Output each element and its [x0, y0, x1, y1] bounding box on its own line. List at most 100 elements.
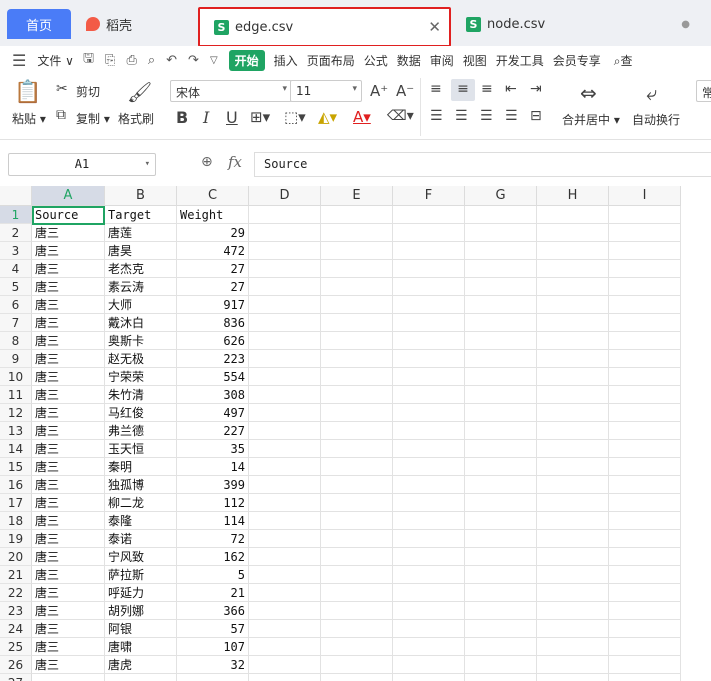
empty-cell[interactable]: [393, 422, 465, 440]
empty-cell[interactable]: [393, 296, 465, 314]
spreadsheet-grid[interactable]: A B C D E F G H I 1 Source Target Weight 2 唐三 唐莲 29 3 唐三 唐昊…: [0, 186, 711, 681]
empty-cell[interactable]: [393, 368, 465, 386]
table-cell[interactable]: 老杰克: [105, 260, 177, 278]
cell-style-icon[interactable]: ⬚▾: [284, 108, 306, 126]
menu-formula[interactable]: 公式: [364, 52, 388, 69]
menu-file[interactable]: 文件 ∨: [37, 52, 74, 69]
empty-cell[interactable]: [609, 296, 681, 314]
empty-cell[interactable]: [249, 494, 321, 512]
table-cell[interactable]: 大师: [105, 296, 177, 314]
empty-cell[interactable]: [465, 620, 537, 638]
empty-cell[interactable]: [249, 656, 321, 674]
table-cell[interactable]: 27: [177, 278, 249, 296]
table-cell[interactable]: 114: [177, 512, 249, 530]
empty-cell[interactable]: [465, 422, 537, 440]
empty-cell[interactable]: [537, 512, 609, 530]
row-header[interactable]: 24: [0, 620, 32, 638]
empty-cell[interactable]: [609, 278, 681, 296]
table-cell[interactable]: 泰隆: [105, 512, 177, 530]
row-header[interactable]: 14: [0, 440, 32, 458]
tab-edge-csv[interactable]: S edge.csv ✕: [198, 7, 451, 47]
empty-cell[interactable]: [321, 314, 393, 332]
empty-cell[interactable]: [465, 566, 537, 584]
table-cell[interactable]: 107: [177, 638, 249, 656]
empty-cell[interactable]: [465, 494, 537, 512]
align-left-icon[interactable]: ☰: [430, 108, 443, 124]
table-cell[interactable]: 唐三: [32, 530, 105, 548]
table-cell[interactable]: 唐三: [32, 584, 105, 602]
row-header[interactable]: 27: [0, 674, 32, 681]
menu-view[interactable]: 视图: [463, 52, 487, 69]
empty-cell[interactable]: [249, 566, 321, 584]
menu-insert[interactable]: 插入: [274, 52, 298, 69]
table-cell[interactable]: 唐三: [32, 278, 105, 296]
table-cell[interactable]: 14: [177, 458, 249, 476]
tab-home[interactable]: 首页: [7, 9, 71, 39]
empty-cell[interactable]: [537, 368, 609, 386]
table-cell[interactable]: 366: [177, 602, 249, 620]
menu-dev-tools[interactable]: 开发工具: [496, 52, 544, 69]
empty-cell[interactable]: [321, 422, 393, 440]
row-header[interactable]: 4: [0, 260, 32, 278]
empty-cell[interactable]: [321, 242, 393, 260]
empty-cell[interactable]: [393, 404, 465, 422]
formula-input[interactable]: Source: [254, 152, 711, 177]
empty-cell[interactable]: [465, 386, 537, 404]
empty-cell[interactable]: [321, 584, 393, 602]
column-header-c[interactable]: C: [177, 186, 249, 206]
empty-cell[interactable]: [393, 260, 465, 278]
empty-cell[interactable]: [249, 278, 321, 296]
empty-cell[interactable]: [105, 674, 177, 681]
empty-cell[interactable]: [393, 494, 465, 512]
empty-cell[interactable]: [537, 332, 609, 350]
empty-cell[interactable]: [321, 332, 393, 350]
empty-cell[interactable]: [609, 494, 681, 512]
wrap-text-button[interactable]: 自动换行: [632, 111, 680, 128]
table-cell[interactable]: 素云涛: [105, 278, 177, 296]
empty-cell[interactable]: [321, 674, 393, 681]
table-cell[interactable]: 阿银: [105, 620, 177, 638]
empty-cell[interactable]: [609, 458, 681, 476]
empty-cell[interactable]: [249, 350, 321, 368]
align-right-icon[interactable]: ☰: [480, 108, 493, 124]
font-family-select[interactable]: 宋体 ▾: [170, 80, 292, 102]
empty-cell[interactable]: [249, 368, 321, 386]
table-cell[interactable]: 唐啸: [105, 638, 177, 656]
empty-cell[interactable]: [321, 566, 393, 584]
table-cell[interactable]: 唐三: [32, 602, 105, 620]
empty-cell[interactable]: [321, 404, 393, 422]
table-cell[interactable]: 唐虎: [105, 656, 177, 674]
table-cell[interactable]: 唐三: [32, 458, 105, 476]
empty-cell[interactable]: [609, 566, 681, 584]
row-header[interactable]: 1: [0, 206, 32, 224]
row-header[interactable]: 11: [0, 386, 32, 404]
table-cell[interactable]: 朱竹清: [105, 386, 177, 404]
empty-cell[interactable]: [537, 278, 609, 296]
name-box[interactable]: A1 ▾: [8, 153, 156, 176]
empty-cell[interactable]: [465, 674, 537, 681]
empty-cell[interactable]: [249, 404, 321, 422]
empty-cell[interactable]: [249, 332, 321, 350]
empty-cell[interactable]: [537, 548, 609, 566]
row-header[interactable]: 25: [0, 638, 32, 656]
align-center-icon[interactable]: ☰: [455, 108, 468, 124]
number-format-select[interactable]: 常: [696, 80, 711, 102]
table-cell[interactable]: 唐三: [32, 296, 105, 314]
empty-cell[interactable]: [249, 314, 321, 332]
row-header[interactable]: 10: [0, 368, 32, 386]
table-cell[interactable]: 唐三: [32, 224, 105, 242]
empty-cell[interactable]: [537, 242, 609, 260]
table-cell[interactable]: 399: [177, 476, 249, 494]
empty-cell[interactable]: [609, 242, 681, 260]
empty-cell[interactable]: [537, 620, 609, 638]
empty-cell[interactable]: [393, 458, 465, 476]
empty-cell[interactable]: [249, 260, 321, 278]
empty-cell[interactable]: [609, 584, 681, 602]
empty-cell[interactable]: [393, 512, 465, 530]
empty-cell[interactable]: [321, 494, 393, 512]
empty-cell[interactable]: [465, 476, 537, 494]
column-header-a[interactable]: A: [32, 186, 105, 206]
menu-review[interactable]: 审阅: [430, 52, 454, 69]
table-cell[interactable]: 29: [177, 224, 249, 242]
save-icon[interactable]: 🖫: [83, 49, 94, 71]
